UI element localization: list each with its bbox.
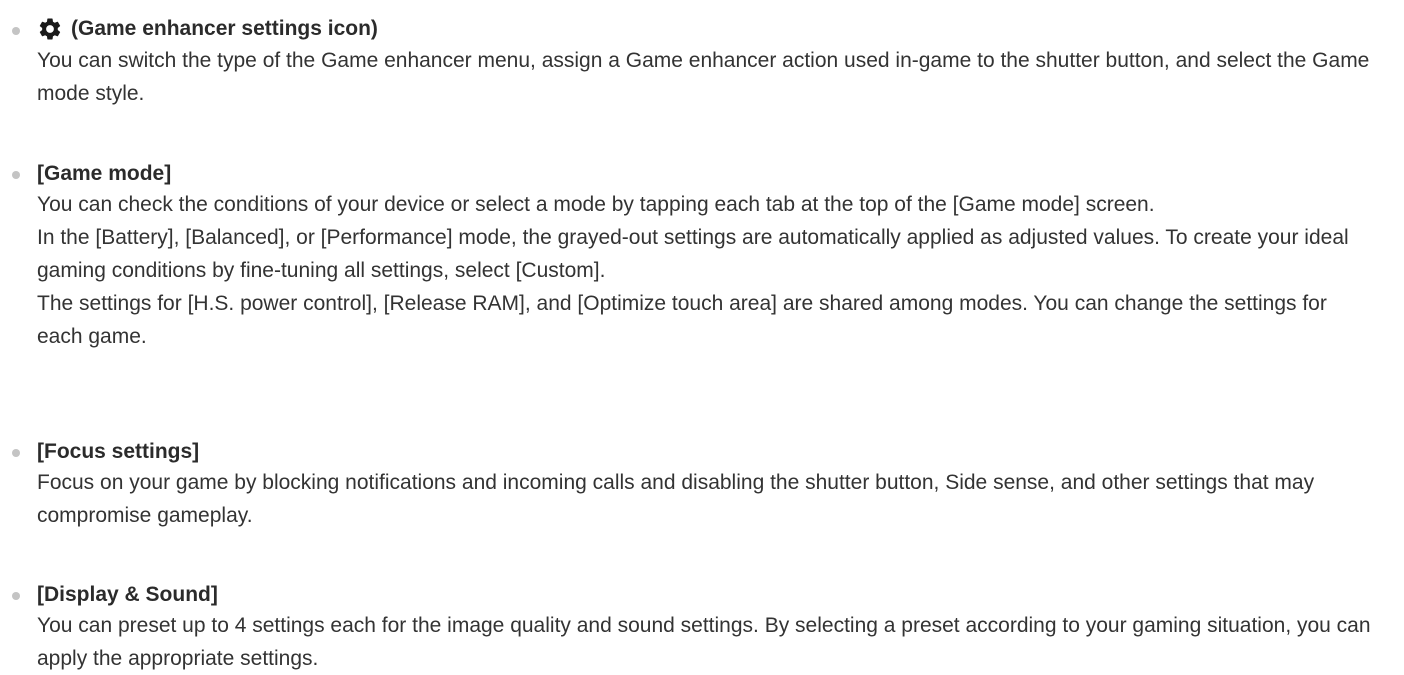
bullet-icon (12, 171, 20, 179)
item-description: You can switch the type of the Game enha… (37, 44, 1377, 110)
bullet-icon (12, 592, 20, 600)
item-title: [Display & Sound] (37, 582, 218, 608)
description-paragraph: Focus on your game by blocking notificat… (37, 471, 1315, 527)
item-title: (Game enhancer settings icon) (37, 16, 378, 42)
description-paragraph: You can check the conditions of your dev… (37, 193, 1155, 216)
item-title: [Focus settings] (37, 439, 199, 465)
description-paragraph: You can preset up to 4 settings each for… (37, 614, 1371, 670)
item-title: [Game mode] (37, 161, 171, 187)
description-paragraph: The settings for [H.S. power control], [… (37, 292, 1327, 348)
item-title-text: [Focus settings] (37, 440, 200, 463)
item-description: You can preset up to 4 settings each for… (37, 609, 1377, 675)
item-description: Focus on your game by blocking notificat… (37, 466, 1377, 532)
bullet-icon (12, 27, 20, 35)
item-description: You can check the conditions of your dev… (37, 188, 1377, 353)
item-title-text: [Display & Sound] (37, 583, 218, 606)
description-paragraph: You can switch the type of the Game enha… (37, 49, 1370, 105)
description-paragraph: In the [Battery], [Balanced], or [Perfor… (37, 226, 1349, 282)
item-title-text: [Game mode] (37, 162, 172, 185)
bullet-icon (12, 449, 20, 457)
item-title-text: (Game enhancer settings icon) (71, 17, 378, 40)
gear-icon (39, 18, 61, 40)
